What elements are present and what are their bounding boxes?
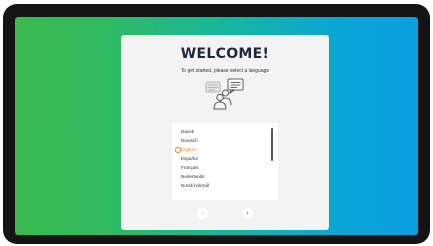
language-label: Nederlands xyxy=(181,174,205,179)
language-list[interactable]: Dansk Deutsch English Español Français N… xyxy=(172,123,278,200)
people-chat-icon xyxy=(205,78,244,110)
device-frame: WELCOME! To get started, please select a… xyxy=(3,4,430,244)
language-label: Deutsch xyxy=(181,138,198,143)
language-label: Norsk bokmål xyxy=(181,183,210,188)
list-scrollbar[interactable] xyxy=(271,128,273,161)
language-option-deutsch[interactable]: Deutsch xyxy=(181,138,198,144)
language-option-francais[interactable]: Français xyxy=(181,165,199,171)
language-option-nederlands[interactable]: Nederlands xyxy=(181,174,205,180)
language-label: Français xyxy=(181,165,199,170)
language-label: Español xyxy=(181,156,198,161)
language-option-espanol[interactable]: Español xyxy=(181,156,198,162)
language-label: English xyxy=(181,147,197,152)
next-button[interactable]: › xyxy=(242,208,253,219)
selected-radio-icon xyxy=(175,147,181,153)
language-option-dansk[interactable]: Dansk xyxy=(181,129,194,135)
screen: WELCOME! To get started, please select a… xyxy=(15,17,418,235)
previous-button[interactable]: ‹ xyxy=(197,208,208,219)
language-option-norsk-bokmal[interactable]: Norsk bokmål xyxy=(181,183,209,189)
language-option-english[interactable]: English xyxy=(175,147,197,153)
language-label: Dansk xyxy=(181,129,195,134)
chevron-left-icon: ‹ xyxy=(201,210,204,217)
chevron-right-icon: › xyxy=(246,210,249,217)
welcome-title: WELCOME! xyxy=(180,46,270,62)
welcome-dialog: WELCOME! To get started, please select a… xyxy=(121,35,329,230)
welcome-subtitle: To get started, please select a language xyxy=(180,68,270,74)
